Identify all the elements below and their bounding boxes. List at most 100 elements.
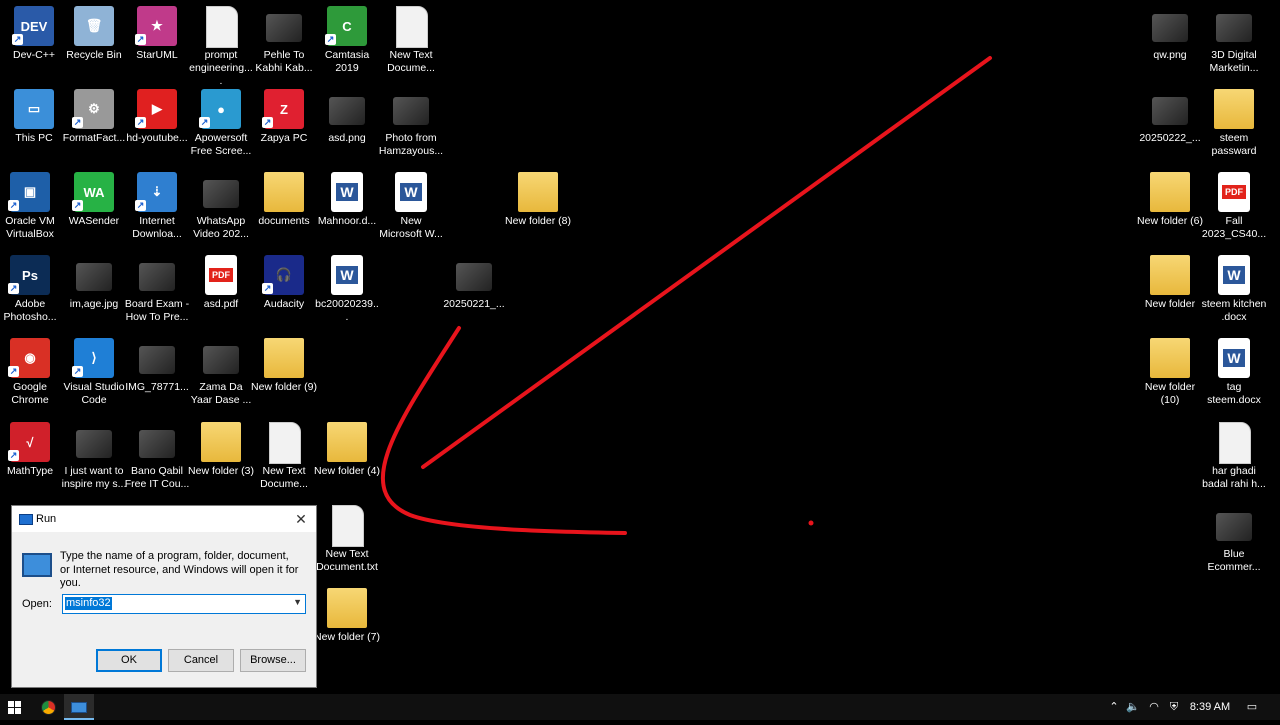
pdf-icon: PDF bbox=[1218, 172, 1250, 212]
desktop-icon-dev-c[interactable]: DEV ↗ Dev-C++ bbox=[1, 2, 67, 82]
desktop-icon-apowersoft-free-scree[interactable]: ● ↗ Apowersoft Free Scree... bbox=[188, 85, 254, 165]
image-thumbnail-icon bbox=[139, 263, 175, 291]
desktop-icon-label: New Microsoft W... bbox=[379, 215, 443, 240]
image-thumbnail-icon bbox=[329, 97, 365, 125]
desktop-icon-20250221[interactable]: 20250221_... bbox=[441, 251, 507, 331]
desktop-icon-label: Camtasia 2019 bbox=[324, 49, 370, 74]
word-document-icon: W bbox=[1218, 338, 1250, 378]
desktop-icon-bano-qabil-free-it-cou[interactable]: Bano Qabil Free IT Cou... bbox=[124, 418, 190, 498]
run-icon bbox=[19, 514, 33, 525]
clock[interactable]: 8:39 AM bbox=[1188, 694, 1232, 720]
desktop-icon-adobe-photosho[interactable]: Ps ↗ Adobe Photosho... bbox=[0, 251, 63, 331]
desktop-icon-qw-png[interactable]: qw.png bbox=[1137, 2, 1203, 82]
image-thumbnail-icon bbox=[76, 430, 112, 458]
desktop-icon-3d-digital-marketin[interactable]: 3D Digital Marketin... bbox=[1201, 2, 1267, 82]
desktop-icon-fall-2023-cs40[interactable]: PDF Fall 2023_CS40... bbox=[1201, 168, 1267, 248]
notification-icon[interactable]: ▭ bbox=[1240, 694, 1264, 720]
desktop-icon-board-exam-how-to-pre[interactable]: Board Exam - How To Pre... bbox=[124, 251, 190, 331]
desktop-icon-new-folder-7[interactable]: New folder (7) bbox=[314, 584, 380, 664]
desktop-icon-wasender[interactable]: WA ↗ WASender bbox=[61, 168, 127, 248]
desktop-icon-steem-passward[interactable]: steem passward bbox=[1201, 85, 1267, 165]
desktop-icon-recycle-bin[interactable]: 🗑 Recycle Bin bbox=[61, 2, 127, 82]
folder-icon bbox=[327, 422, 367, 462]
desktop-icon-bc20020239[interactable]: Wbc20020239... bbox=[314, 251, 380, 331]
image-thumbnail-icon bbox=[203, 346, 239, 374]
open-input[interactable]: msinfo32 bbox=[65, 597, 112, 610]
desktop-icon-prompt-engineering[interactable]: prompt engineering.... bbox=[188, 2, 254, 87]
desktop-icon-photo-from-hamzayous[interactable]: Photo from Hamzayous... bbox=[378, 85, 444, 165]
desktop-icon-new-text-docume[interactable]: New Text Docume... bbox=[251, 418, 317, 498]
image-thumbnail-icon bbox=[1216, 14, 1252, 42]
desktop-icon-new-folder-8[interactable]: New folder (8) bbox=[505, 168, 571, 248]
desktop-icon-img-78771[interactable]: IMG_78771... bbox=[124, 334, 190, 414]
folder-icon bbox=[264, 172, 304, 212]
desktop-icon-oracle-vm-virtualbox[interactable]: ▣ ↗ Oracle VM VirtualBox bbox=[0, 168, 63, 248]
desktop-icon-har-ghadi-badal-rahi-h[interactable]: har ghadi badal rahi h... bbox=[1201, 418, 1267, 498]
desktop-icon-formatfact[interactable]: ⚙ ↗ FormatFact... bbox=[61, 85, 127, 165]
word-document-icon: W bbox=[1218, 255, 1250, 295]
start-button[interactable] bbox=[0, 694, 28, 720]
desktop-icon-zapya-pc[interactable]: Z ↗ Zapya PC bbox=[251, 85, 317, 165]
desktop-icon-blue-ecommer[interactable]: Blue Ecommer... bbox=[1201, 501, 1267, 581]
folder-icon bbox=[1150, 172, 1190, 212]
desktop-icon-documents[interactable]: documents bbox=[251, 168, 317, 248]
desktop-icon-pehle-to-kabhi-kab[interactable]: Pehle To Kabhi Kab... bbox=[251, 2, 317, 82]
desktop-icon-im-age-jpg[interactable]: im,age.jpg bbox=[61, 251, 127, 331]
open-combobox[interactable]: msinfo32 ▼ bbox=[62, 594, 306, 614]
run-title: Run bbox=[36, 513, 57, 525]
desktop-icon-internet-downloa[interactable]: ⇣ ↗ Internet Downloa... bbox=[124, 168, 190, 248]
desktop-icon-label: prompt engineering.... bbox=[189, 49, 253, 87]
shortcut-arrow-icon: ↗ bbox=[135, 200, 146, 211]
computer-icon: ▭ bbox=[14, 89, 54, 129]
desktop-icon-new-text-document-txt[interactable]: New Text Document.txt bbox=[314, 501, 380, 581]
desktop-icon-label: IMG_78771... bbox=[125, 381, 189, 393]
desktop-icon-label: New Text Docume... bbox=[260, 465, 308, 490]
word-document-icon: W bbox=[395, 172, 427, 212]
desktop-icon-new-folder[interactable]: New folder bbox=[1137, 251, 1203, 331]
chevron-up-icon[interactable]: ⌃ bbox=[1106, 694, 1122, 720]
desktop-icon-zama-da-yaar-dase[interactable]: Zama Da Yaar Dase ... bbox=[188, 334, 254, 414]
browse-button[interactable]: Browse... bbox=[240, 649, 306, 672]
shield-icon[interactable]: ⛨ bbox=[1166, 694, 1182, 720]
desktop-icon-this-pc[interactable]: ▭ This PC bbox=[1, 85, 67, 165]
desktop-icon-new-folder-3[interactable]: New folder (3) bbox=[188, 418, 254, 498]
desktop-icon-hd-youtube[interactable]: ▶ ↗ hd-youtube... bbox=[124, 85, 190, 165]
desktop-icon-mahnoor-d[interactable]: W Mahnoor.d... bbox=[314, 168, 380, 248]
chevron-down-icon[interactable]: ▼ bbox=[293, 597, 302, 607]
desktop-icon-new-folder-9[interactable]: New folder (9) bbox=[251, 334, 317, 414]
desktop-icon-new-text-docume[interactable]: New Text Docume... bbox=[378, 2, 444, 82]
desktop-icon-label: New folder (7) bbox=[314, 631, 380, 643]
desktop-icon-new-folder-4[interactable]: New folder (4) bbox=[314, 418, 380, 498]
desktop-icon-label: Visual Studio Code bbox=[63, 381, 125, 406]
desktop-icon-whatsapp-video-202[interactable]: WhatsApp Video 202... bbox=[188, 168, 254, 248]
desktop-icon-i-just-want-to-inspire-my-s[interactable]: I just want to inspire my s... bbox=[61, 418, 127, 498]
desktop-icon-label: WhatsApp Video 202... bbox=[193, 215, 249, 240]
desktop-icon-new-folder-10[interactable]: New folder (10) bbox=[1137, 334, 1203, 414]
ok-button[interactable]: OK bbox=[96, 649, 162, 672]
speaker-icon[interactable]: 🔈 bbox=[1125, 694, 1141, 720]
desktop-icon-new-microsoft-w[interactable]: W New Microsoft W... bbox=[378, 168, 444, 248]
desktop-icon-tag-steem-docx[interactable]: Wtag steem.docx bbox=[1201, 334, 1267, 414]
desktop-icon-20250222[interactable]: 20250222_... bbox=[1137, 85, 1203, 165]
close-button[interactable]: ✕ bbox=[286, 506, 316, 532]
desktop-icon-google-chrome[interactable]: ◉ ↗ Google Chrome bbox=[0, 334, 63, 414]
image-thumbnail-icon bbox=[393, 97, 429, 125]
desktop-icon-asd-pdf[interactable]: PDF asd.pdf bbox=[188, 251, 254, 331]
taskbar-chrome[interactable] bbox=[36, 694, 60, 720]
desktop-icon-asd-png[interactable]: asd.png bbox=[314, 85, 380, 165]
run-titlebar[interactable]: Run ✕ bbox=[12, 506, 316, 532]
wifi-icon[interactable]: ◠ bbox=[1146, 694, 1162, 720]
desktop-icon-staruml[interactable]: ★ ↗ StarUML bbox=[124, 2, 190, 82]
taskbar-run[interactable] bbox=[64, 694, 94, 720]
desktop-icon-audacity[interactable]: 🎧 ↗ Audacity bbox=[251, 251, 317, 331]
desktop-icon-visual-studio-code[interactable]: ⟩ ↗ Visual Studio Code bbox=[61, 334, 127, 414]
desktop-icon-new-folder-6[interactable]: New folder (6) bbox=[1137, 168, 1203, 248]
desktop-icon-label: steem kitchen .docx bbox=[1201, 298, 1267, 323]
desktop-icon-steem-kitchen-docx[interactable]: Wsteem kitchen .docx bbox=[1201, 251, 1267, 331]
image-thumbnail-icon bbox=[139, 430, 175, 458]
desktop-icon-camtasia-2019[interactable]: C ↗ Camtasia 2019 bbox=[314, 2, 380, 82]
desktop-icon-mathtype[interactable]: √ ↗ MathType bbox=[0, 418, 63, 498]
text-file-icon bbox=[332, 505, 364, 547]
cancel-button[interactable]: Cancel bbox=[168, 649, 234, 672]
shortcut-arrow-icon: ↗ bbox=[199, 117, 210, 128]
